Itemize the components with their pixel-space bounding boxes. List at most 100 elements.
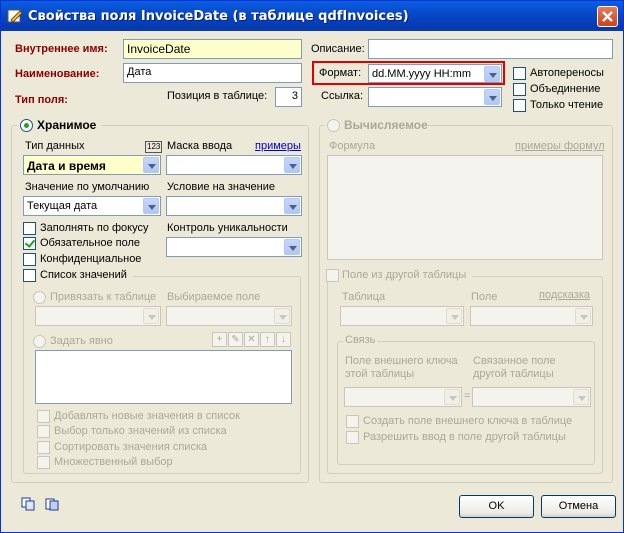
default-value-value: Текущая дата	[27, 200, 98, 212]
internal-name-input[interactable]: InvoiceDate	[123, 39, 302, 59]
value-list-label: Список значений	[40, 269, 127, 281]
chevron-down-icon[interactable]	[284, 239, 300, 255]
add-new-checkbox[interactable]	[37, 410, 50, 423]
multi-select-checkbox[interactable]	[37, 456, 50, 469]
bind-table-combo[interactable]	[35, 306, 161, 326]
default-value-combo[interactable]: Текущая дата	[23, 196, 161, 216]
create-fk-checkbox[interactable]	[346, 415, 359, 428]
selected-field-label: Выбираемое поле	[167, 291, 261, 303]
default-value-label: Значение по умолчанию	[25, 181, 150, 193]
cancel-button[interactable]: Отмена	[541, 495, 616, 518]
mask-examples-link[interactable]: примеры	[255, 140, 301, 152]
position-label: Позиция в таблице:	[167, 90, 268, 102]
wrap-checkbox[interactable]	[513, 67, 526, 80]
linked-other-label-1: Связанное поле	[473, 355, 556, 367]
field-type-label: Тип поля:	[15, 94, 68, 106]
table-combo[interactable]	[340, 306, 464, 326]
title-bar[interactable]: Свойства поля InvoiceDate (в таблице qdf…	[1, 1, 623, 31]
name-input[interactable]: Дата	[123, 63, 302, 83]
sort-checkbox[interactable]	[37, 441, 50, 454]
chevron-down-icon[interactable]	[143, 198, 159, 214]
data-type-label: Тип данных	[25, 140, 85, 152]
linked-other-combo[interactable]	[472, 387, 591, 407]
numeric-type-icon: 123	[145, 141, 163, 153]
condition-combo[interactable]	[166, 196, 302, 216]
wrap-label: Автопереносы	[530, 67, 604, 79]
ok-button[interactable]: OK	[459, 495, 534, 518]
sort-label: Сортировать значения списка	[54, 441, 208, 453]
chevron-down-icon[interactable]	[274, 308, 290, 324]
link-combo[interactable]	[368, 87, 502, 107]
stored-radio[interactable]	[20, 119, 33, 132]
value-list-checkbox[interactable]	[23, 269, 36, 282]
selected-field-combo[interactable]	[166, 306, 292, 326]
chevron-down-icon[interactable]	[484, 66, 500, 82]
calculated-radio[interactable]	[327, 119, 340, 132]
description-input[interactable]	[368, 39, 613, 59]
choose-only-label: Выбор только значений из списка	[54, 425, 227, 437]
move-down-icon[interactable]: ↓	[276, 332, 291, 347]
multi-select-label: Множественный выбор	[54, 456, 173, 468]
chevron-down-icon[interactable]	[575, 308, 591, 324]
data-type-combo[interactable]: Дата и время	[23, 155, 161, 175]
fk-this-label-1: Поле внешнего ключа	[345, 355, 458, 367]
pencil-icon	[7, 9, 23, 23]
paste-icon[interactable]	[45, 497, 59, 511]
internal-name-label: Внутреннее имя:	[15, 43, 108, 55]
fill-focus-checkbox[interactable]	[23, 222, 36, 235]
fk-this-combo[interactable]	[344, 387, 462, 407]
equals-sign: =	[464, 390, 471, 402]
other-table-label: Поле из другой таблицы	[342, 269, 467, 281]
field-combo[interactable]	[470, 306, 593, 326]
input-mask-combo[interactable]	[166, 155, 302, 175]
copy-icon[interactable]	[21, 497, 35, 511]
chevron-down-icon[interactable]	[143, 308, 159, 324]
calculated-title: Вычисляемое	[344, 118, 428, 132]
confidential-checkbox[interactable]	[23, 253, 36, 266]
table-label: Таблица	[342, 291, 386, 303]
allow-input-checkbox[interactable]	[346, 431, 359, 444]
confidential-label: Конфиденциальное	[40, 253, 142, 265]
choose-only-checkbox[interactable]	[37, 425, 50, 438]
formula-examples-link[interactable]: примеры формул	[515, 140, 605, 152]
format-combo[interactable]: dd.MM.yyyy HH:mm	[368, 64, 502, 83]
chevron-down-icon[interactable]	[444, 389, 460, 405]
create-fk-label: Создать поле внешнего ключа в таблице	[363, 415, 573, 427]
explicit-radio[interactable]	[33, 335, 46, 348]
chevron-down-icon[interactable]	[446, 308, 462, 324]
link-label: Ссылка:	[321, 90, 363, 102]
description-label: Описание:	[311, 43, 365, 55]
required-checkbox[interactable]	[23, 237, 36, 250]
explicit-label: Задать явно	[50, 335, 113, 347]
stored-title: Хранимое	[37, 118, 97, 132]
chevron-down-icon[interactable]	[484, 89, 500, 105]
hint-link[interactable]: подсказка	[539, 289, 590, 301]
name-label: Наименование:	[15, 68, 100, 80]
window-title: Свойства поля InvoiceDate (в таблице qdf…	[28, 9, 409, 24]
chevron-down-icon[interactable]	[573, 389, 589, 405]
field-label: Поле	[471, 291, 498, 303]
readonly-label: Только чтение	[530, 99, 604, 111]
explicit-values-list[interactable]	[35, 350, 292, 404]
merge-checkbox[interactable]	[513, 83, 526, 96]
uniqueness-combo[interactable]	[166, 237, 302, 257]
field-properties-dialog: Свойства поля InvoiceDate (в таблице qdf…	[0, 0, 624, 533]
other-table-checkbox[interactable]	[326, 269, 339, 282]
move-up-icon[interactable]: ↑	[260, 332, 275, 347]
close-icon	[602, 11, 613, 22]
position-input[interactable]: 3	[275, 87, 302, 107]
edit-item-icon[interactable]: ✎	[228, 332, 243, 347]
bind-table-radio[interactable]	[33, 291, 46, 304]
required-label: Обязательное поле	[40, 237, 141, 249]
chevron-down-icon[interactable]	[284, 198, 300, 214]
delete-item-icon[interactable]: ✕	[244, 332, 259, 347]
chevron-down-icon[interactable]	[284, 157, 300, 173]
chevron-down-icon[interactable]	[143, 157, 159, 173]
readonly-checkbox[interactable]	[513, 99, 526, 112]
add-item-icon[interactable]: +	[212, 332, 227, 347]
uniqueness-label: Контроль уникальности	[167, 222, 288, 234]
formula-textarea[interactable]	[327, 155, 603, 260]
bind-table-label: Привязать к таблице	[50, 291, 157, 303]
close-button[interactable]	[597, 6, 618, 27]
condition-label: Условие на значение	[167, 181, 276, 193]
